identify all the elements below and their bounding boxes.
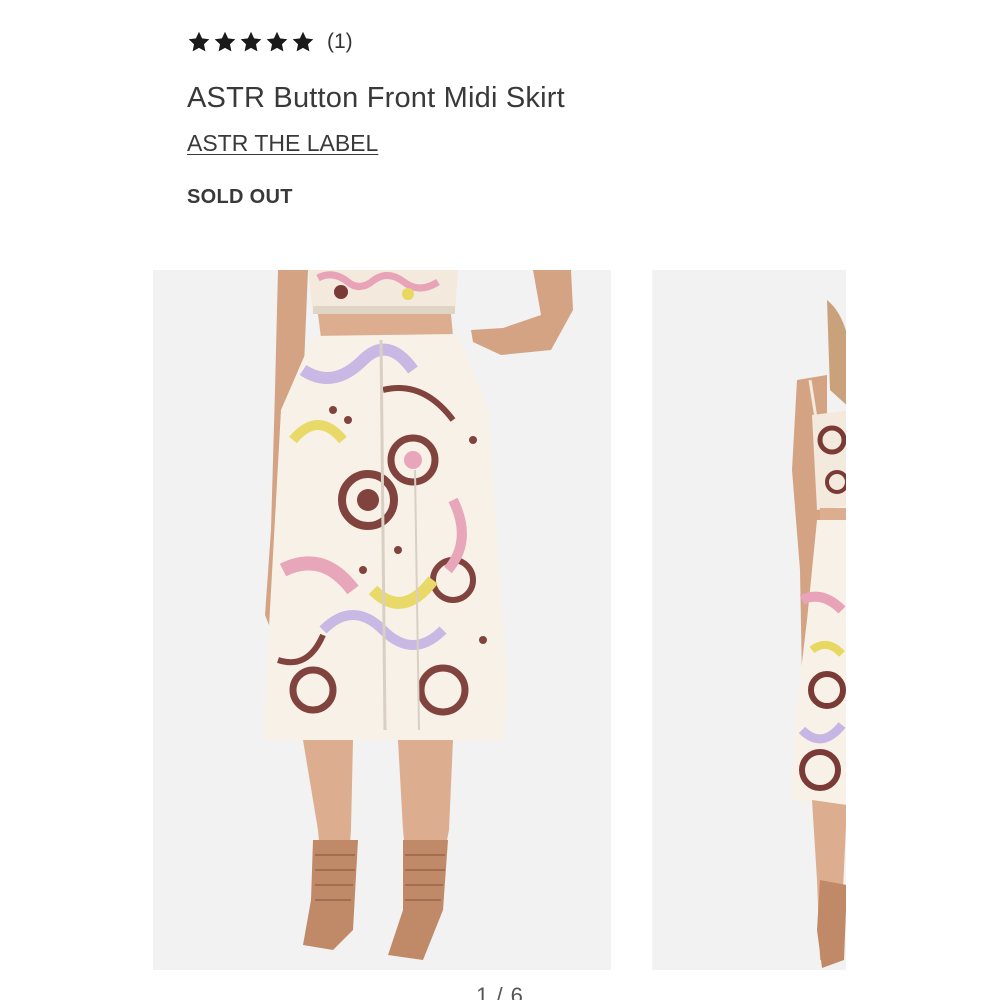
product-title: ASTR Button Front Midi Skirt bbox=[187, 82, 565, 114]
product-image-side[interactable] bbox=[652, 270, 846, 970]
star-icon bbox=[214, 31, 236, 52]
product-page: (1) ASTR Button Front Midi Skirt ASTR TH… bbox=[0, 0, 1000, 1000]
star-icon bbox=[266, 31, 288, 52]
star-icon bbox=[188, 31, 210, 52]
star-icon bbox=[292, 31, 314, 52]
image-carousel[interactable] bbox=[153, 270, 846, 970]
rating-row[interactable]: (1) bbox=[187, 27, 353, 57]
carousel-pager: 1 / 6 bbox=[476, 983, 524, 1000]
brand-link[interactable]: ASTR THE LABEL bbox=[187, 130, 378, 157]
availability-status: SOLD OUT bbox=[187, 186, 293, 208]
review-count-link[interactable]: (1) bbox=[327, 30, 353, 54]
skirt-front-photo bbox=[153, 270, 611, 970]
star-icon bbox=[240, 31, 262, 52]
product-image-front[interactable] bbox=[153, 270, 611, 970]
star-rating bbox=[187, 30, 315, 54]
outfit-side-photo bbox=[652, 270, 846, 970]
